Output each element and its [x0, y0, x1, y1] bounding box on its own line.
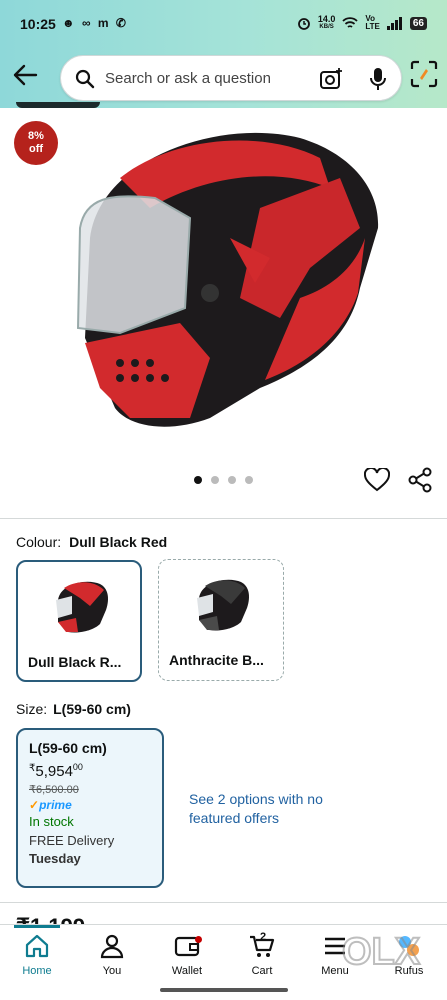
- notification-dot: [195, 936, 202, 943]
- scan-lens-icon[interactable]: [410, 60, 438, 88]
- volte-icon: Vo LTE: [365, 14, 380, 31]
- search-icon: [75, 69, 95, 89]
- signal-icon: [386, 16, 402, 30]
- svg-text:OLX: OLX: [342, 931, 421, 972]
- active-tab-indicator: [14, 925, 60, 928]
- mrp-price: ₹6,500.00: [29, 784, 79, 796]
- heart-icon[interactable]: [364, 468, 390, 492]
- colour-option-dull-black-red[interactable]: Dull Black R...: [16, 560, 142, 682]
- product-image[interactable]: [60, 118, 390, 448]
- microphone-icon[interactable]: [369, 67, 387, 91]
- colour-option-anthracite[interactable]: Anthracite B...: [158, 559, 284, 681]
- section-divider: [0, 902, 447, 903]
- partial-price-text: ₹1,199: [16, 914, 85, 924]
- nav-you[interactable]: You: [82, 933, 142, 977]
- carousel-dot[interactable]: [245, 476, 253, 484]
- size-option-card[interactable]: L(59-60 cm) ₹5,95400 ₹6,500.00 ✓prime In…: [16, 728, 164, 888]
- stock-status: In stock: [29, 814, 74, 829]
- notification-icons: ☻ ∞ m ✆: [62, 16, 128, 30]
- image-carousel-dots[interactable]: [194, 476, 253, 484]
- status-right-icons: 14.0 KB/S Vo LTE 66: [297, 15, 427, 31]
- status-time: 10:25: [20, 16, 56, 32]
- carousel-dot[interactable]: [211, 476, 219, 484]
- search-bar[interactable]: Search or ask a question: [60, 55, 402, 101]
- nav-cart[interactable]: 2 Cart: [232, 931, 292, 977]
- discount-badge: 8% off: [14, 121, 58, 165]
- battery-indicator: 66: [409, 16, 427, 30]
- olx-watermark: OLX: [341, 930, 422, 972]
- share-icon[interactable]: [407, 467, 433, 493]
- back-arrow-icon[interactable]: [12, 62, 38, 88]
- section-divider: [0, 518, 447, 519]
- nav-home[interactable]: Home: [7, 933, 67, 977]
- status-bar: 10:25 ☻ ∞ m ✆ 14.0 KB/S Vo LTE 66: [0, 0, 447, 50]
- camera-search-icon[interactable]: [319, 68, 343, 90]
- network-speed: 14.0 KB/S: [317, 14, 336, 31]
- carousel-dot[interactable]: [228, 476, 236, 484]
- previous-section-edge: [16, 102, 100, 108]
- home-icon: [25, 934, 49, 958]
- nav-wallet[interactable]: Wallet: [157, 933, 217, 977]
- gesture-bar[interactable]: [160, 988, 288, 992]
- colour-option-label: Dull Black R...: [28, 654, 122, 670]
- wifi-icon: [342, 16, 358, 28]
- see-options-link[interactable]: See 2 options with no featured offers: [189, 790, 369, 828]
- helmet-thumbnail: [56, 581, 108, 633]
- size-option-name: L(59-60 cm): [29, 740, 107, 756]
- price: ₹5,95400: [29, 762, 83, 780]
- prime-badge: ✓prime: [29, 798, 72, 812]
- delivery-day: Tuesday: [29, 851, 81, 866]
- colour-heading: Colour: Dull Black Red: [16, 534, 168, 550]
- carousel-dot[interactable]: [194, 476, 202, 484]
- search-input[interactable]: Search or ask a question: [105, 70, 271, 87]
- helmet-thumbnail: [197, 579, 249, 631]
- delivery-info: FREE Delivery: [29, 833, 115, 848]
- cart-count-badge: 2: [260, 931, 267, 943]
- user-icon: [100, 934, 124, 959]
- colour-option-label: Anthracite B...: [169, 652, 264, 668]
- size-heading: Size: L(59-60 cm): [16, 701, 131, 717]
- alarm-icon: [297, 18, 310, 30]
